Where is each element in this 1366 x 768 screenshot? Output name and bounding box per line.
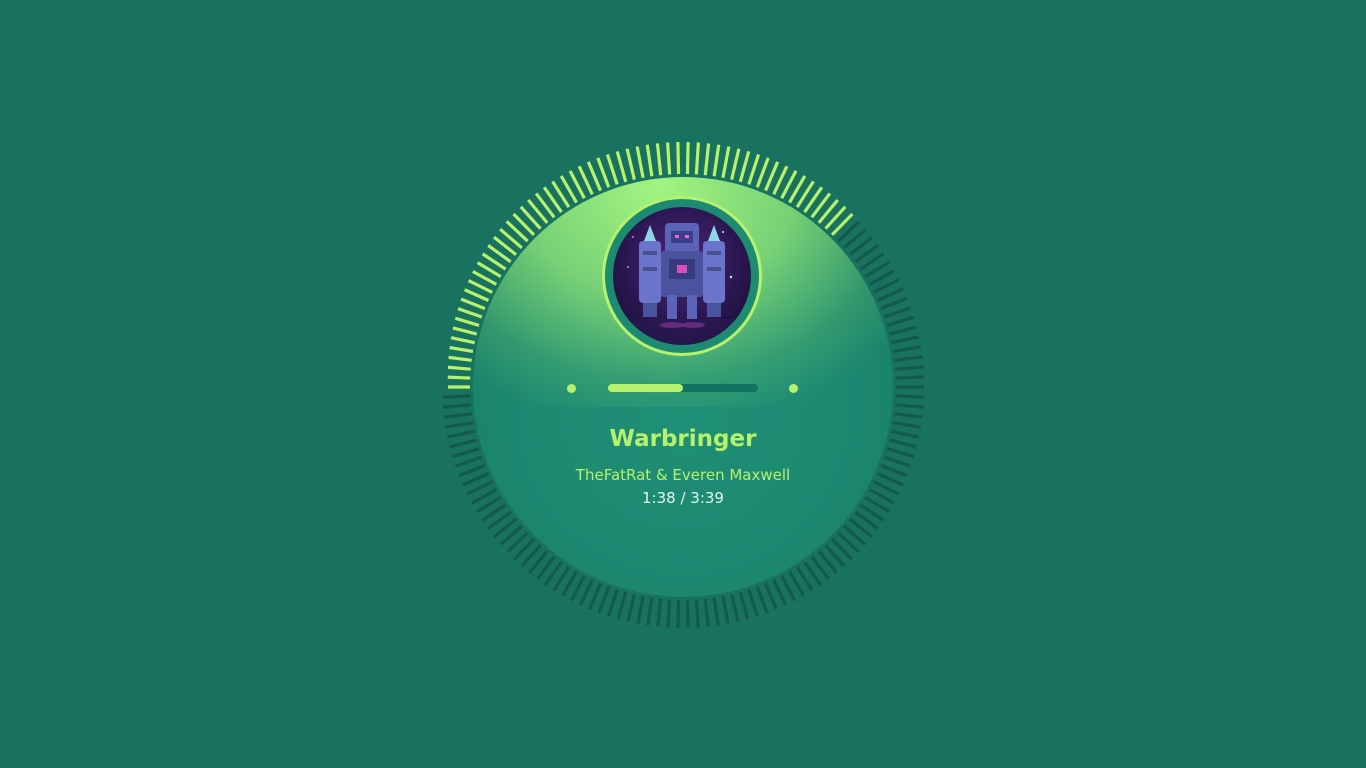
visualizer-bar-active	[730, 148, 741, 180]
visualizer-bar	[880, 463, 908, 478]
visualizer-bar	[886, 447, 915, 459]
visualizer-bar	[895, 375, 924, 380]
visualizer-bar	[891, 429, 920, 439]
visualizer-bar-active	[685, 142, 690, 175]
visualizer-bar	[747, 589, 759, 617]
visualizer-bar	[446, 429, 475, 439]
visualizer-bar	[676, 599, 681, 628]
visualizer-bar	[703, 598, 710, 627]
visualizer-bar	[442, 394, 471, 399]
visualizer-bar-active	[738, 150, 751, 183]
visualizer-bar-active	[448, 355, 472, 362]
visualizer-bar	[892, 345, 921, 354]
progress-bar[interactable]	[608, 384, 758, 392]
visualizer-bar-active	[666, 142, 672, 175]
previous-dot-button[interactable]	[567, 384, 576, 393]
visualizer-bar	[895, 365, 924, 371]
robot-mech-icon	[613, 223, 751, 345]
visualizer-bar	[694, 599, 700, 628]
visualizer-bar	[888, 325, 917, 336]
artist-name: TheFatRat & Everen Maxwell	[575, 466, 791, 484]
visualizer-bar-active	[463, 288, 490, 302]
visualizer-bar	[451, 447, 480, 459]
visualizer-bar	[894, 412, 923, 419]
visualizer-bar	[685, 599, 690, 628]
visualizer-bar	[772, 579, 788, 606]
visualizer-bar	[730, 594, 740, 622]
visualizer-bar	[892, 420, 921, 429]
visualizer-bar	[755, 586, 769, 614]
visualizer-bar	[458, 463, 486, 478]
visualizer-bar	[626, 594, 636, 622]
visualizer-bar-active	[467, 279, 493, 294]
visualizer-bar-active	[449, 345, 474, 354]
visualizer-bar-active	[605, 153, 619, 185]
album-cover	[602, 196, 762, 356]
visualizer-bar	[607, 589, 619, 617]
visualizer-bar-active	[676, 142, 681, 175]
visualizer-bar-active	[721, 146, 731, 179]
visualizer-bar-active	[452, 326, 478, 336]
visualizer-bar-active	[450, 336, 475, 345]
visualizer-bar	[895, 394, 924, 399]
visualizer-bar-active	[447, 365, 471, 371]
visualizer-bar	[656, 598, 663, 627]
visualizer-bar	[578, 579, 594, 606]
visualizer-bar-active	[596, 157, 611, 188]
visualizer-bar	[876, 287, 904, 302]
visualizer-bar	[454, 455, 483, 468]
time-display: 1:38 / 3:39	[642, 489, 724, 507]
visualizer-bar	[646, 597, 654, 626]
visualizer-bar	[712, 597, 720, 626]
visualizer-bar	[894, 355, 923, 362]
visualizer-bar	[880, 296, 908, 311]
visualizer-bar-active	[712, 144, 721, 177]
visualizer-bar-active	[457, 307, 483, 319]
album-art-image	[613, 207, 751, 345]
visualizer-bar-active	[694, 142, 700, 175]
visualizer-bar-active	[755, 157, 770, 188]
visualizer-bar-active	[447, 375, 471, 380]
visualizer-bar-active	[635, 146, 645, 179]
progress-controls	[566, 382, 800, 394]
visualizer-bar	[721, 595, 730, 625]
visualizer-bar	[883, 306, 912, 319]
visualizer-bar	[449, 438, 478, 449]
visualizer-bar	[891, 335, 920, 345]
visualizer-bar	[597, 586, 611, 614]
visualizer-bar	[883, 455, 912, 468]
visualizer-bar-active	[615, 150, 628, 183]
visualizer-bar	[588, 582, 602, 610]
visualizer-bar	[888, 438, 917, 449]
visualizer-bar	[442, 403, 471, 409]
visualizer-bar	[443, 412, 472, 419]
visualizer-bar	[764, 582, 778, 610]
visualizer-bar-active	[655, 143, 663, 176]
visualizer-bar-active	[703, 143, 711, 176]
visualizer-bar-active	[645, 144, 654, 177]
visualizer-bar	[895, 403, 924, 409]
visualizer-bar	[636, 595, 645, 625]
track-title: Warbringer	[609, 426, 757, 452]
next-dot-button[interactable]	[789, 384, 798, 393]
progress-bar-fill	[608, 384, 683, 392]
music-player: Warbringer TheFatRat & Everen Maxwell 1:…	[0, 0, 1366, 768]
visualizer-bar-active	[454, 316, 480, 327]
visualizer-bar	[616, 591, 628, 620]
visualizer-bar	[886, 315, 915, 327]
visualizer-bar	[738, 591, 750, 620]
visualizer-bar	[445, 420, 474, 429]
visualizer-bar-active	[460, 297, 486, 311]
visualizer-bar-active	[747, 153, 761, 185]
visualizer-bar-active	[625, 148, 636, 180]
visualizer-bar	[666, 599, 672, 628]
